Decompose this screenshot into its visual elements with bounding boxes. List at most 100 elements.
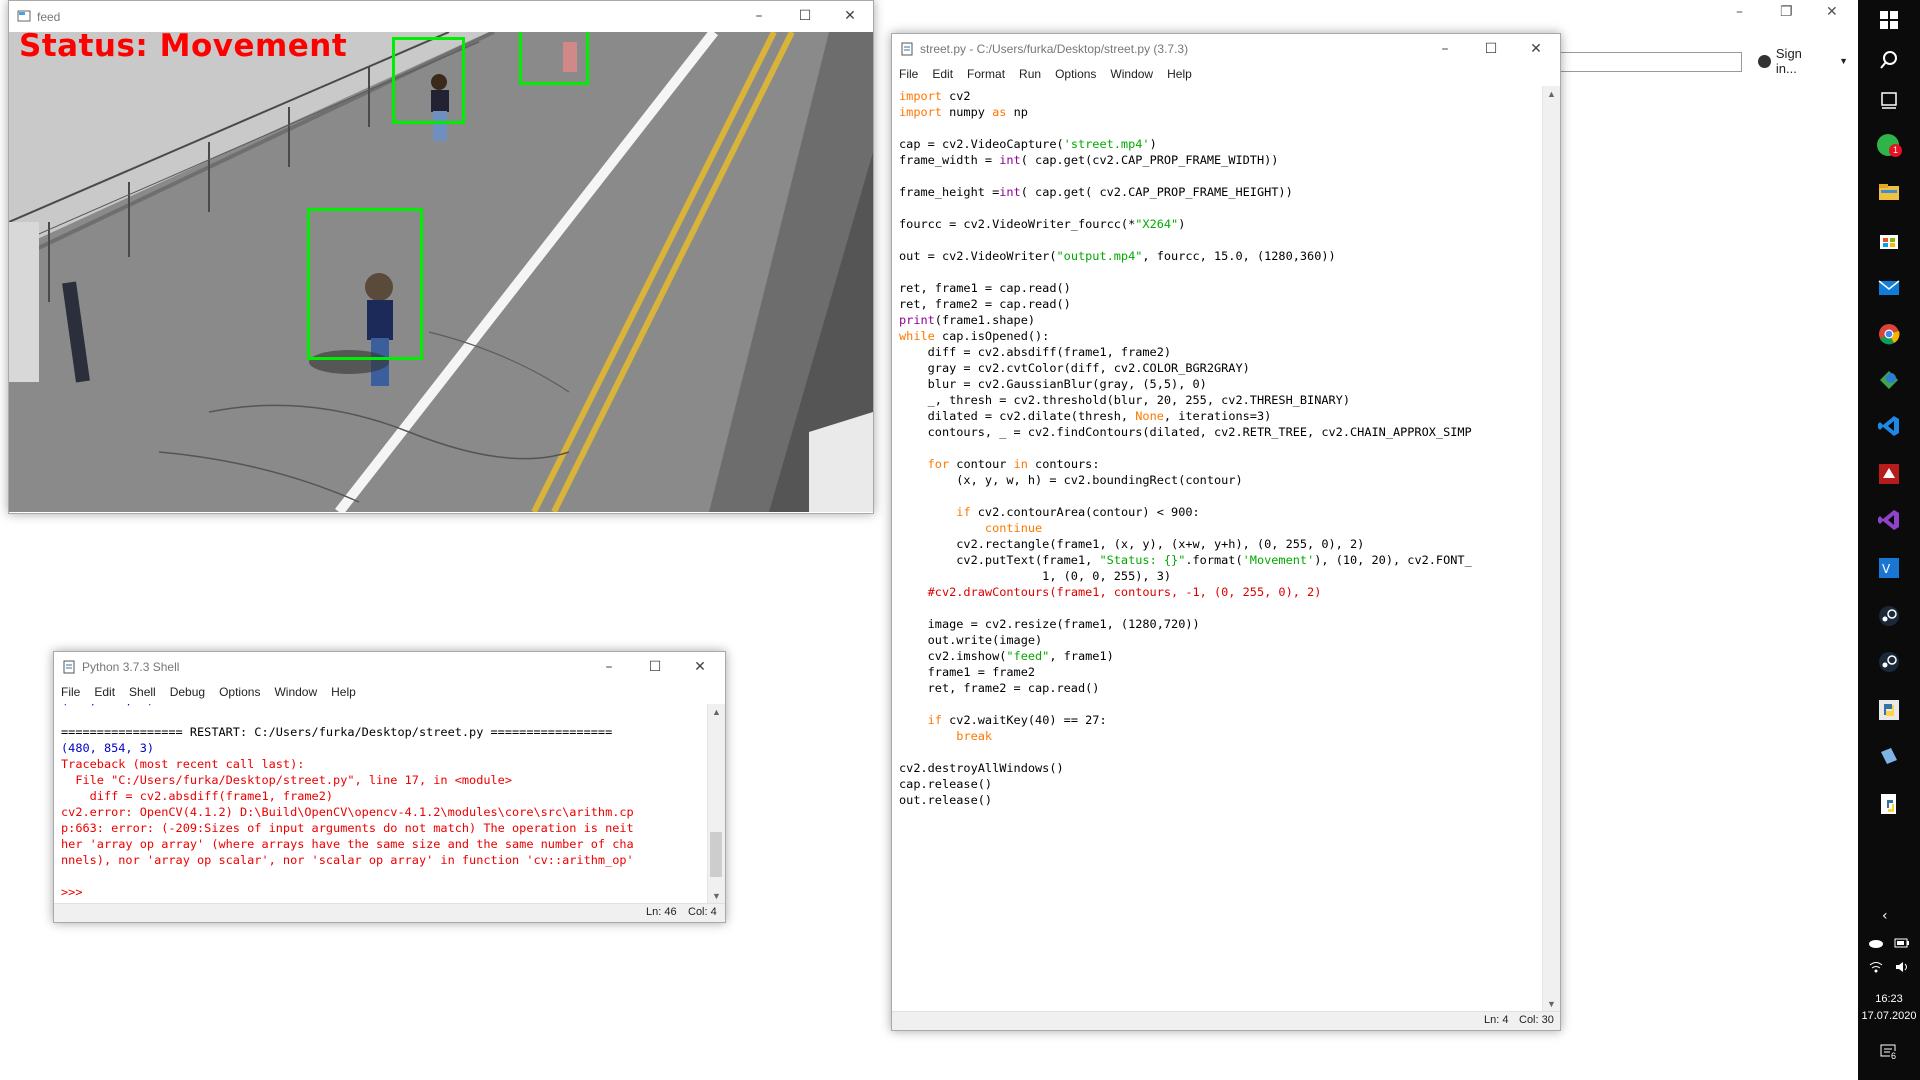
clock-date[interactable]: 17.07.2020 bbox=[1858, 1010, 1920, 1022]
scroll-down-icon[interactable]: ▼ bbox=[1547, 999, 1556, 1009]
code-line[interactable]: break bbox=[899, 729, 992, 743]
code-text[interactable]: import cv2 import numpy as np cap = cv2.… bbox=[894, 86, 1542, 808]
search-icon[interactable] bbox=[1877, 48, 1901, 72]
visual-studio-icon[interactable] bbox=[1877, 508, 1901, 532]
code-line[interactable]: blur = cv2.GaussianBlur(gray, (5,5), 0) bbox=[899, 377, 1207, 391]
shell-line[interactable]: (480, 854, 3) bbox=[61, 704, 154, 707]
scroll-down-icon[interactable]: ▼ bbox=[712, 891, 721, 901]
app-icon[interactable] bbox=[1877, 368, 1901, 392]
code-line[interactable]: dilated = cv2.dilate(thresh, None, itera… bbox=[899, 409, 1272, 423]
vscode-icon[interactable] bbox=[1877, 414, 1901, 438]
code-line[interactable]: gray = cv2.cvtColor(diff, cv2.COLOR_BGR2… bbox=[899, 361, 1250, 375]
code-line[interactable]: import numpy as np bbox=[899, 105, 1028, 119]
menu-run[interactable]: Run bbox=[1012, 64, 1048, 81]
menu-debug[interactable]: Debug bbox=[163, 682, 212, 699]
code-line[interactable]: ret, frame2 = cap.read() bbox=[899, 297, 1071, 311]
code-line[interactable]: if cv2.waitKey(40) == 27: bbox=[899, 713, 1107, 727]
code-line[interactable]: diff = cv2.absdiff(frame1, frame2) bbox=[899, 345, 1171, 359]
code-line[interactable]: _, thresh = cv2.threshold(blur, 20, 255,… bbox=[899, 393, 1350, 407]
shell-maximize-button[interactable]: ☐ bbox=[632, 652, 678, 682]
feed-minimize-button[interactable]: – bbox=[736, 1, 782, 31]
shell-output-area[interactable]: (480, 854, 3) ================= RESTART:… bbox=[56, 704, 707, 904]
editor-titlebar[interactable]: street.py - C:/Users/furka/Desktop/stree… bbox=[892, 34, 1560, 64]
menu-format[interactable]: Format bbox=[960, 64, 1012, 81]
code-line[interactable]: ret, frame2 = cap.read() bbox=[899, 681, 1100, 695]
code-line[interactable]: continue bbox=[899, 521, 1042, 535]
game-icon[interactable] bbox=[1877, 462, 1901, 486]
code-line[interactable]: cap = cv2.VideoCapture('street.mp4') bbox=[899, 137, 1157, 151]
notification-center-icon[interactable]: 6 bbox=[1880, 1044, 1898, 1061]
feed-close-button[interactable]: ✕ bbox=[827, 1, 873, 31]
code-line[interactable]: 1, (0, 0, 255), 3) bbox=[899, 569, 1171, 583]
menu-edit[interactable]: Edit bbox=[87, 682, 122, 699]
steam-icon[interactable] bbox=[1877, 650, 1901, 674]
chevron-left-icon[interactable]: ‹ bbox=[1882, 908, 1888, 924]
shell-line[interactable]: Traceback (most recent call last): bbox=[61, 757, 304, 771]
code-line[interactable]: print(frame1.shape) bbox=[899, 313, 1035, 327]
menu-shell[interactable]: Shell bbox=[122, 682, 163, 699]
shell-line[interactable]: File "C:/Users/furka/Desktop/street.py",… bbox=[61, 773, 512, 787]
code-line[interactable]: #cv2.drawContours(frame1, contours, -1, … bbox=[899, 585, 1322, 599]
code-editor[interactable]: import cv2 import numpy as np cap = cv2.… bbox=[894, 86, 1542, 1012]
shell-line[interactable]: >>> bbox=[61, 885, 90, 899]
shell-line[interactable]: p:663: error: (-209:Sizes of input argum… bbox=[61, 821, 634, 835]
code-line[interactable]: contours, _ = cv2.findContours(dilated, … bbox=[899, 425, 1472, 439]
editor-maximize-button[interactable]: ☐ bbox=[1468, 34, 1514, 64]
code-line[interactable]: for contour in contours: bbox=[899, 457, 1100, 471]
menu-window[interactable]: Window bbox=[267, 682, 324, 699]
shell-line[interactable]: nnels), nor 'array op scalar', nor 'scal… bbox=[61, 853, 634, 867]
code-line[interactable]: frame_height =int( cap.get( cv2.CAP_PROP… bbox=[899, 185, 1293, 199]
background-restore-button[interactable]: ❐ bbox=[1780, 4, 1793, 20]
file-explorer-icon[interactable] bbox=[1877, 180, 1901, 204]
store-icon[interactable] bbox=[1877, 228, 1901, 252]
background-minimize-button[interactable]: – bbox=[1736, 4, 1743, 20]
whatsapp-icon[interactable]: 1 bbox=[1877, 134, 1902, 157]
menu-options[interactable]: Options bbox=[1048, 64, 1103, 81]
menu-window[interactable]: Window bbox=[1103, 64, 1160, 81]
code-line[interactable]: image = cv2.resize(frame1, (1280,720)) bbox=[899, 617, 1200, 631]
steam-icon[interactable] bbox=[1877, 604, 1901, 628]
code-line[interactable]: out = cv2.VideoWriter("output.mp4", four… bbox=[899, 249, 1336, 263]
menu-help[interactable]: Help bbox=[1160, 64, 1199, 81]
shell-line[interactable]: diff = cv2.absdiff(frame1, frame2) bbox=[61, 789, 333, 803]
background-close-button[interactable]: ✕ bbox=[1826, 4, 1838, 20]
shell-close-button[interactable]: ✕ bbox=[677, 652, 723, 682]
editor-close-button[interactable]: ✕ bbox=[1513, 34, 1559, 64]
code-line[interactable]: import cv2 bbox=[899, 89, 971, 103]
code-line[interactable]: frame1 = frame2 bbox=[899, 665, 1035, 679]
menu-file[interactable]: File bbox=[892, 64, 925, 81]
code-line[interactable]: frame_width = int( cap.get(cv2.CAP_PROP_… bbox=[899, 153, 1278, 167]
code-line[interactable]: fourcc = cv2.VideoWriter_fourcc(*"X264") bbox=[899, 217, 1185, 231]
code-line[interactable]: out.release() bbox=[899, 793, 992, 807]
code-line[interactable]: while cap.isOpened(): bbox=[899, 329, 1049, 343]
background-search-input[interactable] bbox=[1560, 52, 1742, 72]
chrome-icon[interactable] bbox=[1877, 322, 1901, 346]
code-line[interactable]: if cv2.contourArea(contour) < 900: bbox=[899, 505, 1199, 519]
code-line[interactable]: cap.release() bbox=[899, 777, 992, 791]
wifi-icon[interactable] bbox=[1868, 960, 1884, 974]
task-view-icon[interactable] bbox=[1877, 88, 1901, 112]
shell-line[interactable]: her 'array op array' (where arrays have … bbox=[61, 837, 634, 851]
editor-minimize-button[interactable]: – bbox=[1422, 34, 1468, 64]
menu-file[interactable]: File bbox=[54, 682, 87, 699]
scroll-thumb[interactable] bbox=[710, 832, 722, 877]
code-line[interactable]: (x, y, w, h) = cv2.boundingRect(contour) bbox=[899, 473, 1242, 487]
signin-button[interactable]: Sign in... ▼ bbox=[1758, 46, 1848, 76]
menu-help[interactable]: Help bbox=[324, 682, 363, 699]
python-icon[interactable] bbox=[1877, 698, 1901, 722]
code-line[interactable]: cv2.putText(frame1, "Status: {}".format(… bbox=[899, 553, 1471, 567]
volume-icon[interactable] bbox=[1894, 960, 1910, 974]
onedrive-icon[interactable] bbox=[1868, 937, 1884, 949]
shell-text[interactable]: (480, 854, 3) ================= RESTART:… bbox=[56, 704, 707, 900]
clock-time[interactable]: 16:23 bbox=[1858, 993, 1920, 1005]
code-line[interactable]: out.write(image) bbox=[899, 633, 1043, 647]
shell-line[interactable]: ================= RESTART: C:/Users/furk… bbox=[61, 725, 612, 739]
code-line[interactable]: ret, frame1 = cap.read() bbox=[899, 281, 1071, 295]
idle-icon[interactable] bbox=[1877, 792, 1901, 816]
code-line[interactable]: cv2.imshow("feed", frame1) bbox=[899, 649, 1114, 663]
scroll-up-icon[interactable]: ▲ bbox=[1547, 89, 1556, 99]
shell-scrollbar[interactable]: ▲ ▼ bbox=[707, 704, 725, 904]
vb-icon[interactable]: V bbox=[1877, 556, 1901, 580]
editor-scrollbar[interactable]: ▲ ▼ bbox=[1542, 86, 1560, 1012]
shell-minimize-button[interactable]: – bbox=[586, 652, 632, 682]
